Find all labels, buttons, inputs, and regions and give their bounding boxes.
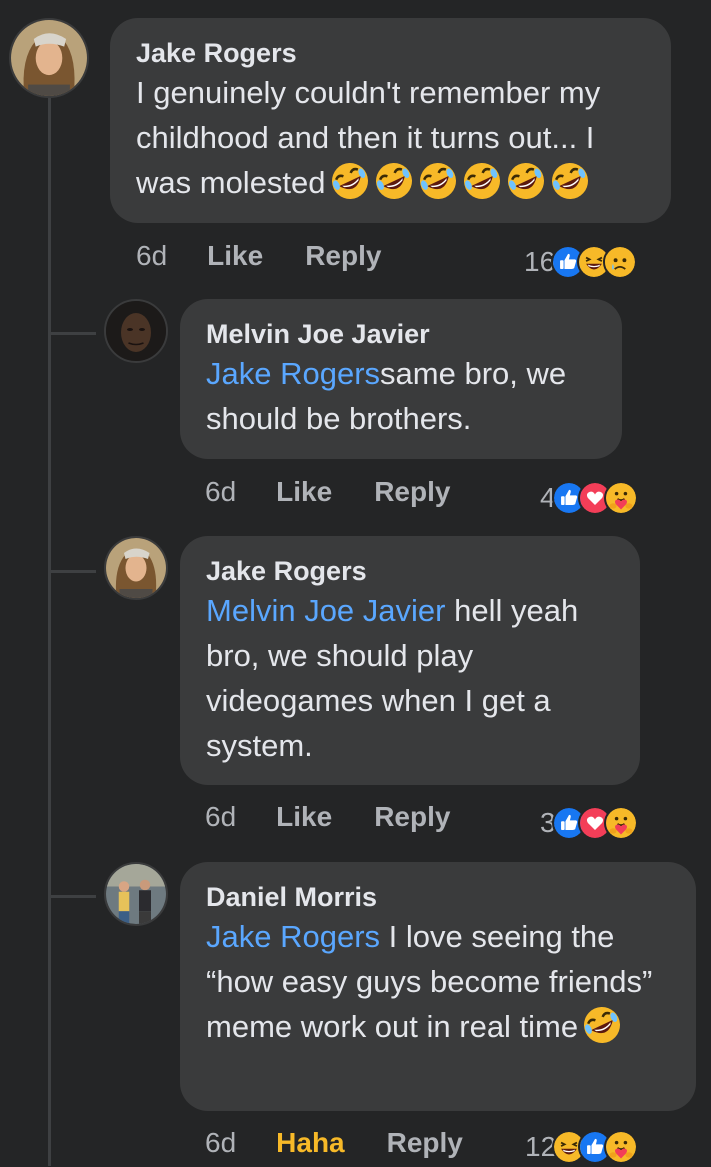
timestamp[interactable]: 6d [136,240,167,272]
comment-author[interactable]: Daniel Morris [206,880,672,914]
rofl-emoji [506,161,546,201]
reply-connector [50,570,96,573]
reaction-summary[interactable]: 4 [540,478,638,518]
reaction-summary[interactable]: 12 [525,1127,639,1167]
avatar[interactable] [9,18,89,98]
like-button[interactable]: Like [276,801,332,833]
comment-bubble: Jake Rogers Melvin Joe Javier hell yeah … [180,536,640,785]
comment-text: I genuinely couldn't remember my childho… [136,70,647,205]
comment-actions: 6d Like Reply [136,236,423,276]
comment-text: Jake Rogers I love seeing the “how easy … [206,914,672,1049]
comment-actions: 6d Like Reply [205,472,492,512]
avatar[interactable] [104,862,168,926]
reply-connector [50,895,96,898]
care-icon [603,481,638,515]
reply-button[interactable]: Reply [305,240,381,272]
comment-bubble: Daniel Morris Jake Rogers I love seeing … [180,862,696,1111]
rofl-emoji [330,161,370,201]
mention-link[interactable]: Melvin Joe Javier [206,593,445,628]
comment-author[interactable]: Melvin Joe Javier [206,317,598,351]
mention-link[interactable]: Jake Rogers [206,356,380,391]
reply-button[interactable]: Reply [374,801,450,833]
avatar[interactable] [104,299,168,363]
sad-icon [603,245,638,279]
haha-reaction-button[interactable]: Haha [276,1127,344,1159]
timestamp[interactable]: 6d [205,1127,236,1159]
rofl-emoji [550,161,590,201]
timestamp[interactable]: 6d [205,801,236,833]
comment-text: Melvin Joe Javier hell yeah bro, we shou… [206,588,616,768]
comment-actions: 6d Haha Reply [205,1123,505,1163]
timestamp[interactable]: 6d [205,476,236,508]
comment-text: Jake Rogerssame bro, we should be brothe… [206,351,598,441]
reply-button[interactable]: Reply [387,1127,463,1159]
thread-connector-line [48,98,51,1166]
care-icon [604,1130,639,1164]
comment-author[interactable]: Jake Rogers [206,554,616,588]
avatar[interactable] [104,536,168,600]
comment-actions: 6d Like Reply [205,797,492,837]
care-icon [603,806,638,840]
reaction-summary[interactable]: 16 [524,242,638,282]
rofl-emoji [374,161,414,201]
like-button[interactable]: Like [207,240,263,272]
reply-button[interactable]: Reply [374,476,450,508]
comment-bubble: Melvin Joe Javier Jake Rogerssame bro, w… [180,299,622,459]
rofl-emoji [462,161,502,201]
rofl-emoji [418,161,458,201]
comment-bubble: Jake Rogers I genuinely couldn't remembe… [110,18,671,223]
rofl-emoji [582,1005,622,1045]
reaction-summary[interactable]: 3 [540,803,638,843]
reply-connector [50,332,96,335]
comment-author[interactable]: Jake Rogers [136,36,647,70]
mention-link[interactable]: Jake Rogers [206,919,380,954]
like-button[interactable]: Like [276,476,332,508]
